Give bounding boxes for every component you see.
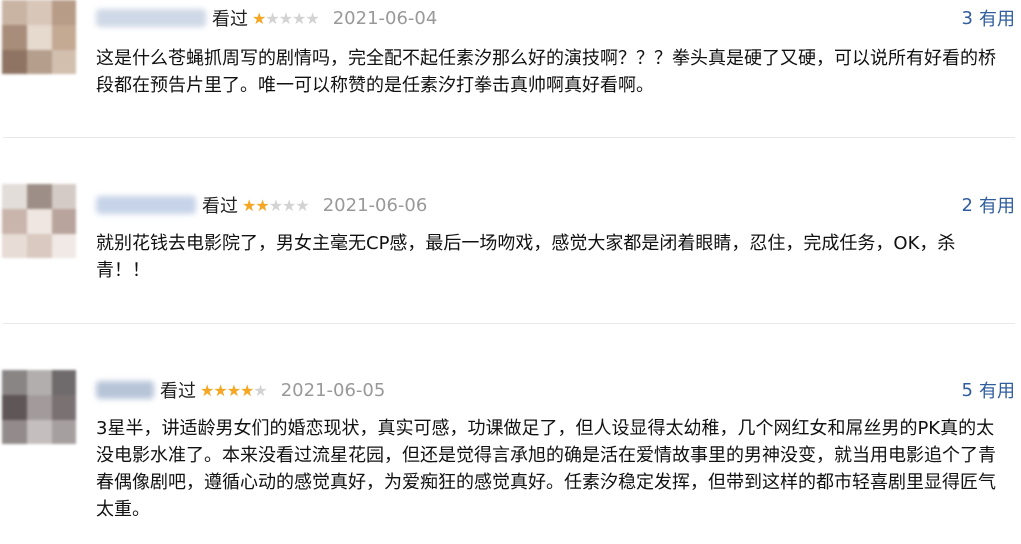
- review-date: 2021-06-06: [322, 194, 428, 216]
- avatar[interactable]: [2, 184, 76, 258]
- review-date: 2021-06-05: [280, 379, 386, 401]
- useful-vote-link[interactable]: 2 有用: [962, 187, 1015, 223]
- star-icon: ★: [200, 380, 214, 400]
- star-rating: ★★★★★: [252, 8, 320, 28]
- star-icon: ★: [252, 8, 266, 28]
- watch-status: 看过: [160, 381, 196, 402]
- useful-count: 2: [961, 194, 973, 216]
- useful-count: 5: [961, 379, 973, 401]
- watch-status: 看过: [212, 9, 248, 30]
- divider: [3, 323, 1015, 324]
- star-icon: ★: [282, 195, 296, 215]
- review-meta: 看过 ★★★★★ 2021-06-04: [96, 0, 437, 36]
- star-icon: ★: [268, 195, 283, 215]
- star-icon: ★: [255, 195, 269, 215]
- useful-vote-link[interactable]: 5 有用: [962, 372, 1015, 408]
- star-icon: ★: [226, 380, 241, 400]
- watch-status: 看过: [202, 196, 238, 217]
- username[interactable]: [96, 196, 196, 214]
- review-content: 就别花钱去电影院了，男女主毫无CP感，最后一场吻戏，感觉大家都是闭着眼睛，忍住，…: [96, 233, 956, 281]
- review-item: 看过 ★★★★★ 2021-06-05 5 有用 3星半，讲适龄男女们的婚恋现状…: [0, 370, 1021, 544]
- star-icon: ★: [242, 195, 256, 215]
- review-content: 3星半，讲适龄男女们的婚恋现状，真实可感，功课做足了，但人设显得太幼稚，几个网红…: [96, 418, 996, 520]
- review-content: 这是什么苍蝇抓周写的剧情吗，完全配不起任素汐那么好的演技啊？？？拳头真是硬了又硬…: [96, 48, 996, 96]
- useful-count: 3: [961, 7, 973, 29]
- divider: [3, 137, 1015, 138]
- useful-label[interactable]: 有用: [979, 192, 1015, 218]
- star-icon: ★: [213, 380, 227, 400]
- star-icon: ★: [253, 380, 267, 400]
- avatar[interactable]: [2, 0, 76, 74]
- star-icon: ★: [305, 8, 319, 28]
- review-date: 2021-06-04: [332, 7, 438, 29]
- review-meta: 看过 ★★★★★ 2021-06-06: [96, 187, 427, 223]
- avatar[interactable]: [2, 370, 76, 444]
- star-icon: ★: [240, 380, 254, 400]
- review-item: 看过 ★★★★★ 2021-06-04 3 有用 这是什么苍蝇抓周写的剧情吗，完…: [0, 0, 1021, 140]
- username[interactable]: [96, 381, 154, 399]
- review-item: 看过 ★★★★★ 2021-06-06 2 有用 就别花钱去电影院了，男女主毫无…: [0, 184, 1021, 327]
- star-icon: ★: [278, 8, 293, 28]
- star-icon: ★: [292, 8, 306, 28]
- star-rating: ★★★★★: [200, 380, 268, 400]
- useful-vote-link[interactable]: 3 有用: [962, 0, 1015, 36]
- useful-label[interactable]: 有用: [979, 5, 1015, 31]
- star-icon: ★: [265, 8, 279, 28]
- star-rating: ★★★★★: [242, 195, 310, 215]
- username[interactable]: [96, 9, 206, 27]
- useful-label[interactable]: 有用: [979, 377, 1015, 403]
- star-icon: ★: [295, 195, 309, 215]
- review-meta: 看过 ★★★★★ 2021-06-05: [96, 372, 385, 408]
